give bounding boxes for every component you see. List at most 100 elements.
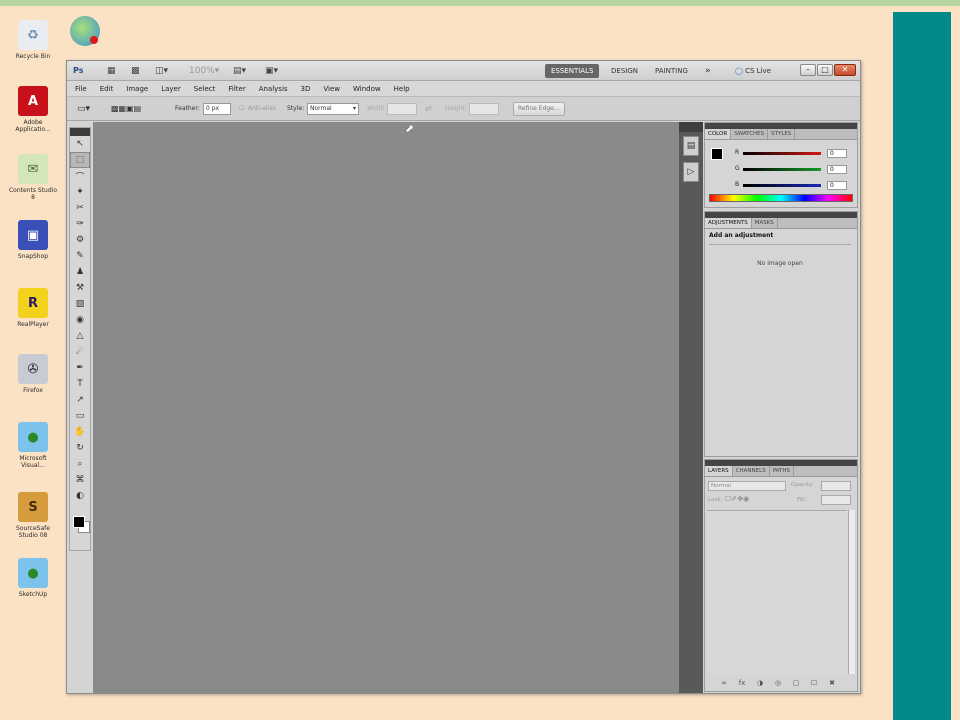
history-panel-icon[interactable]: ▤: [683, 136, 699, 156]
tool-icon[interactable]: ♟: [70, 264, 90, 280]
fill-input[interactable]: [821, 495, 851, 505]
tool-icon[interactable]: ↖: [70, 136, 90, 152]
launch-bridge-icon[interactable]: ▦: [107, 65, 116, 77]
tool-icon[interactable]: ✋: [70, 424, 90, 440]
opacity-input[interactable]: [821, 481, 851, 491]
minimize-icon[interactable]: –: [800, 64, 816, 76]
top-desktop-icon[interactable]: [70, 16, 100, 46]
menu-3d[interactable]: 3D: [301, 85, 311, 93]
tool-icon[interactable]: ☄: [70, 344, 90, 360]
feather-input[interactable]: 0 px: [203, 103, 231, 115]
desktop-icon[interactable]: ✇ Firefox: [8, 354, 58, 394]
desktop-icon[interactable]: ● SketchUp: [8, 558, 58, 598]
channel-value-input[interactable]: 0: [827, 149, 847, 158]
layers-action-icon[interactable]: ▢: [791, 679, 801, 687]
desktop-icon[interactable]: ▣ SnapShop: [8, 220, 58, 260]
tool-icon[interactable]: ⌒: [70, 168, 90, 184]
channel-value-input[interactable]: 0: [827, 181, 847, 190]
layers-scrollbar[interactable]: [848, 510, 855, 674]
view-extras-icon[interactable]: ◫▾: [155, 65, 168, 77]
tool-icon[interactable]: ⚙: [70, 232, 90, 248]
tab-masks[interactable]: MASKS: [752, 218, 778, 228]
tool-preset-picker[interactable]: ▭▾: [77, 103, 90, 115]
launch-mini-bridge-icon[interactable]: ▩: [131, 65, 140, 77]
layers-action-icon[interactable]: ✖: [827, 679, 837, 687]
tool-icon[interactable]: ▧: [70, 296, 90, 312]
menu-select[interactable]: Select: [194, 85, 216, 93]
tab-channels[interactable]: CHANNELS: [733, 466, 770, 476]
layers-action-icon[interactable]: ☐: [809, 679, 819, 687]
tool-icon[interactable]: ↗: [70, 392, 90, 408]
swap-dimensions-icon[interactable]: ⇄: [425, 103, 432, 115]
tab-layers[interactable]: LAYERS: [705, 466, 733, 476]
selection-mode-icons[interactable]: ▩▦▣▤: [111, 103, 141, 115]
channel-slider-track[interactable]: [743, 152, 821, 155]
actions-panel-icon[interactable]: ▷: [683, 162, 699, 182]
layers-action-icon[interactable]: fx: [737, 679, 747, 687]
document-canvas-area[interactable]: [93, 122, 679, 693]
more-workspaces-icon[interactable]: »: [699, 64, 717, 78]
desktop-icon[interactable]: ✉ Contents Studio 8: [8, 154, 58, 201]
menu-window[interactable]: Window: [353, 85, 381, 93]
tool-icon[interactable]: ✦: [70, 184, 90, 200]
menu-filter[interactable]: Filter: [228, 85, 245, 93]
tool-icon[interactable]: ✒: [70, 360, 90, 376]
desktop-icon[interactable]: ♻ Recycle Bin: [8, 20, 58, 60]
channel-value-input[interactable]: 0: [827, 165, 847, 174]
height-input[interactable]: [469, 103, 499, 115]
workspace-design[interactable]: DESIGN: [605, 64, 644, 78]
style-select[interactable]: Normal ▾: [307, 103, 359, 115]
tool-icon[interactable]: ✎: [70, 248, 90, 264]
zoom-level-icon[interactable]: 100%▾: [189, 65, 219, 77]
tool-icon[interactable]: ⌘: [70, 472, 90, 488]
channel-slider-track[interactable]: [743, 168, 821, 171]
anti-alias-checkbox[interactable]: ☐: [239, 103, 244, 115]
menu-view[interactable]: View: [323, 85, 340, 93]
refine-edge-button[interactable]: Refine Edge...: [513, 102, 565, 116]
menu-edit[interactable]: Edit: [100, 85, 114, 93]
foreground-color-swatch[interactable]: [73, 516, 85, 528]
tool-icon[interactable]: ◉: [70, 312, 90, 328]
cs-live-button[interactable]: ◯ CS Live: [729, 64, 777, 78]
lock-icons[interactable]: ☐✐✥◉: [725, 495, 749, 503]
tool-icon[interactable]: △: [70, 328, 90, 344]
tool-icon[interactable]: ↻: [70, 440, 90, 456]
arrange-documents-icon[interactable]: ▤▾: [233, 65, 246, 77]
panel-foreground-swatch[interactable]: [711, 148, 723, 160]
blend-mode-select[interactable]: Normal: [708, 481, 786, 491]
maximize-icon[interactable]: □: [817, 64, 833, 76]
tool-icon[interactable]: ⌕: [70, 456, 90, 472]
workspace-essentials[interactable]: ESSENTIALS: [545, 64, 600, 78]
layers-action-icon[interactable]: ∞: [719, 679, 729, 687]
tool-icon[interactable]: ✑: [70, 216, 90, 232]
tab-paths[interactable]: PATHS: [770, 466, 794, 476]
tool-icon[interactable]: T: [70, 376, 90, 392]
channel-slider-track[interactable]: [743, 184, 821, 187]
tool-icon[interactable]: ⚒: [70, 280, 90, 296]
desktop-icon[interactable]: A Adobe Applicatio...: [8, 86, 58, 133]
menu-image[interactable]: Image: [126, 85, 148, 93]
tab-styles[interactable]: STYLES: [768, 129, 796, 139]
close-icon[interactable]: ✕: [834, 64, 856, 76]
menu-help[interactable]: Help: [394, 85, 410, 93]
desktop-icon[interactable]: S SourceSafe Studio 08: [8, 492, 58, 539]
desktop-icon[interactable]: ● Microsoft Visual...: [8, 422, 58, 469]
tab-swatches[interactable]: SWATCHES: [731, 129, 769, 139]
tab-color[interactable]: COLOR: [705, 129, 732, 139]
tool-icon[interactable]: ▭: [70, 408, 90, 424]
tool-icon[interactable]: ✂: [70, 200, 90, 216]
ps-app-icon[interactable]: Ps: [73, 65, 83, 77]
color-spectrum-bar[interactable]: [709, 194, 853, 202]
desktop-icon[interactable]: R RealPlayer: [8, 288, 58, 328]
tab-adjustments[interactable]: ADJUSTMENTS: [705, 218, 752, 228]
screen-mode-icon[interactable]: ▣▾: [265, 65, 278, 77]
tool-icon[interactable]: ◐: [70, 488, 90, 504]
width-input[interactable]: [387, 103, 417, 115]
tools-panel-grip[interactable]: [70, 128, 90, 136]
dock-grip[interactable]: [679, 122, 703, 132]
workspace-painting[interactable]: PAINTING: [649, 64, 694, 78]
tool-icon[interactable]: ⬚: [70, 152, 90, 168]
layers-action-icon[interactable]: ◑: [755, 679, 765, 687]
menu-layer[interactable]: Layer: [161, 85, 181, 93]
layers-action-icon[interactable]: ◎: [773, 679, 783, 687]
